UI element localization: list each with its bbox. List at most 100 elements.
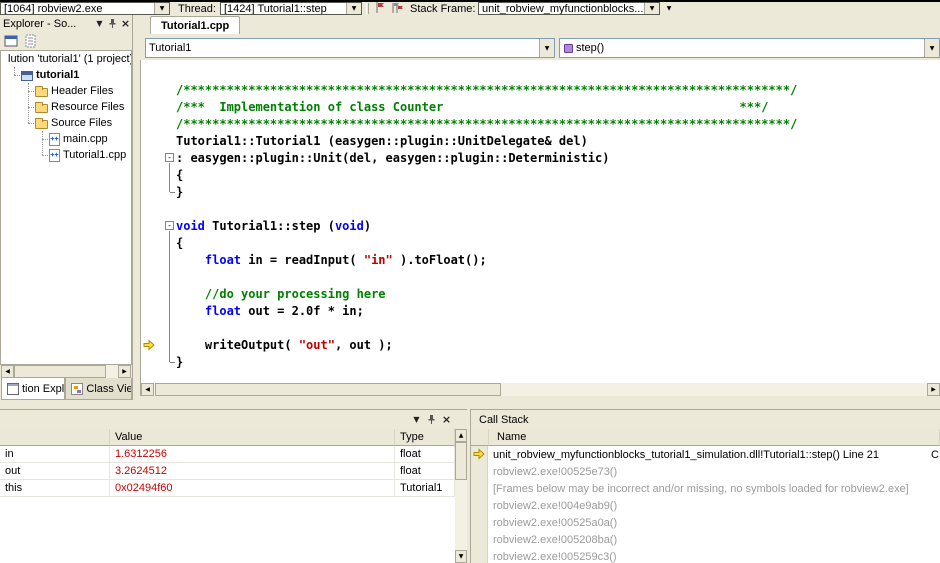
tree-item[interactable]: Tutorial1.cpp: [1, 147, 131, 163]
fold-outline-end: [170, 192, 175, 193]
code-line: /***************************************…: [176, 83, 798, 97]
type-column-header[interactable]: Type: [395, 429, 455, 446]
code-area[interactable]: /***************************************…: [141, 60, 940, 383]
show-flagged-threads-button[interactable]: [389, 2, 405, 15]
watch-row[interactable]: this 0x02494f60 Tutorial1: [0, 480, 455, 497]
tree-item[interactable]: tutorial1: [1, 67, 131, 83]
tree-guide: [28, 91, 34, 92]
solution-explorer-titlebar[interactable]: Explorer - So... ▼ ×: [0, 15, 132, 32]
document-tabstrip: Tutorial1.cpp: [140, 15, 940, 34]
value-column-header[interactable]: Value: [110, 429, 395, 446]
window-position-menu-button[interactable]: ▼: [93, 17, 106, 30]
tree-guide: [14, 75, 20, 76]
process-combo[interactable]: [1064] robview2.exe ▼: [0, 2, 170, 15]
close-button[interactable]: ×: [119, 17, 132, 30]
scroll-left-icon[interactable]: ◀: [1, 365, 14, 378]
thread-combo[interactable]: [1424] Tutorial1::step ▼: [220, 2, 362, 15]
show-all-files-button[interactable]: [21, 33, 39, 49]
properties-window-button[interactable]: [2, 33, 20, 49]
watch-name: this: [0, 480, 110, 497]
chevron-down-icon[interactable]: ▼: [154, 3, 169, 14]
tree-item-label: Header Files: [51, 85, 114, 97]
tab-class-view[interactable]: Class View: [65, 378, 132, 400]
tree-horizontal-scrollbar[interactable]: ◀ ▶: [1, 365, 131, 378]
callstack-frame[interactable]: robview2.exe!00525a0a(): [471, 514, 940, 531]
callstack-frame[interactable]: robview2.exe!004e9ab9(): [471, 497, 940, 514]
tree-item[interactable]: Source Files: [1, 115, 131, 131]
properties-icon: [4, 35, 18, 46]
callstack-frame[interactable]: robview2.exe!005259c3(): [471, 548, 940, 563]
panel-title: Explorer - So...: [3, 17, 77, 30]
watch-value: 0x02494f60: [110, 480, 395, 497]
tree-guide: [42, 155, 48, 156]
scroll-down-icon[interactable]: ▼: [455, 550, 467, 563]
frame-text: unit_robview_myfunctionblocks_tutorial1_…: [493, 449, 880, 461]
callstack-frame[interactable]: [Frames below may be incorrect and/or mi…: [471, 480, 940, 497]
code-line: /*** Implementation of class Counter ***…: [176, 100, 769, 114]
call-stack-titlebar[interactable]: Call Stack: [471, 410, 940, 429]
watch-grid: in 1.6312256 float out 3.2624512 float this 0x0…: [0, 446, 455, 563]
watch-row[interactable]: in 1.6312256 float: [0, 446, 455, 463]
scroll-up-icon[interactable]: ▲: [455, 429, 467, 442]
editor-horizontal-scrollbar[interactable]: ◀ ▶: [140, 383, 940, 396]
call-stack-column-headers: Name: [471, 429, 940, 446]
tree-item-label: main.cpp: [63, 133, 108, 145]
code-line: void Tutorial1::step (void): [176, 219, 372, 233]
chevron-down-icon[interactable]: ▼: [539, 39, 554, 57]
flag-thread-button[interactable]: [372, 1, 388, 16]
call-stack-panel: Call Stack Name unit_robview_myfunctionb…: [470, 409, 940, 563]
flag-icon: [375, 1, 385, 16]
toolbar-options-button[interactable]: ▼: [662, 2, 676, 15]
chevron-down-icon[interactable]: ▼: [924, 39, 939, 57]
watch-row[interactable]: out 3.2624512 float: [0, 463, 455, 480]
scrollbar-thumb[interactable]: [455, 442, 467, 480]
chevron-down-icon[interactable]: ▼: [644, 3, 659, 14]
name-column-header[interactable]: Name: [489, 429, 940, 446]
class-view-icon: [71, 382, 84, 395]
folder-icon: [35, 118, 48, 129]
scroll-left-icon[interactable]: ◀: [141, 383, 154, 396]
folder-icon: [35, 86, 48, 97]
tab-solution-explorer[interactable]: tion Expl...: [1, 378, 66, 400]
frame-language: C: [931, 449, 939, 461]
code-line: float out = 2.0f * in;: [204, 304, 364, 318]
auto-hide-pin-button[interactable]: [425, 413, 438, 426]
members-dropdown[interactable]: step() ▼: [559, 38, 940, 58]
fold-collapse-box[interactable]: -: [165, 221, 174, 230]
call-stack-list: unit_robview_myfunctionblocks_tutorial1_…: [471, 446, 940, 563]
scrollbar-thumb[interactable]: [14, 365, 106, 378]
callstack-frame[interactable]: unit_robview_myfunctionblocks_tutorial1_…: [471, 446, 940, 463]
tree-item-label: Tutorial1.cpp: [63, 149, 127, 161]
stack-frame-combo[interactable]: unit_robview_myfunctionblocks... ▼: [478, 2, 660, 15]
watch-vertical-scrollbar[interactable]: ▲ ▼: [455, 429, 467, 563]
watch-titlebar[interactable]: ▼ ×: [0, 410, 467, 429]
thread-combo-value: [1424] Tutorial1::step: [224, 2, 327, 15]
scroll-right-icon[interactable]: ▶: [118, 365, 131, 378]
code-line: }: [176, 355, 184, 369]
tree-item[interactable]: lution 'tutorial1' (1 project): [1, 51, 131, 67]
toolbar-grip[interactable]: [366, 3, 369, 14]
tree-item[interactable]: main.cpp: [1, 131, 131, 147]
tree-guide: [42, 131, 43, 155]
scrollbar-thumb[interactable]: [155, 383, 501, 396]
tab-tutorial1-cpp[interactable]: Tutorial1.cpp: [150, 16, 241, 34]
chevron-down-icon[interactable]: ▼: [346, 3, 361, 14]
panel-title: Call Stack: [479, 413, 529, 426]
tree-item[interactable]: Resource Files: [1, 99, 131, 115]
window-position-menu-button[interactable]: ▼: [410, 413, 423, 426]
watch-value: 1.6312256: [110, 446, 395, 463]
auto-hide-pin-button[interactable]: [106, 17, 119, 30]
code-editor[interactable]: /***************************************…: [140, 60, 940, 383]
stack-frame-label: Stack Frame:: [410, 3, 476, 15]
name-column-header[interactable]: [0, 429, 110, 446]
tree-item[interactable]: Header Files: [1, 83, 131, 99]
close-button[interactable]: ×: [440, 413, 453, 426]
scroll-right-icon[interactable]: ▶: [927, 383, 940, 396]
callstack-frame[interactable]: robview2.exe!005208ba(): [471, 531, 940, 548]
fold-collapse-box[interactable]: -: [165, 153, 174, 162]
flags-icon: [391, 2, 403, 16]
frame-text: robview2.exe!004e9ab9(): [493, 500, 618, 512]
callstack-frame[interactable]: robview2.exe!00525e73(): [471, 463, 940, 480]
types-dropdown[interactable]: Tutorial1 ▼: [145, 38, 555, 58]
